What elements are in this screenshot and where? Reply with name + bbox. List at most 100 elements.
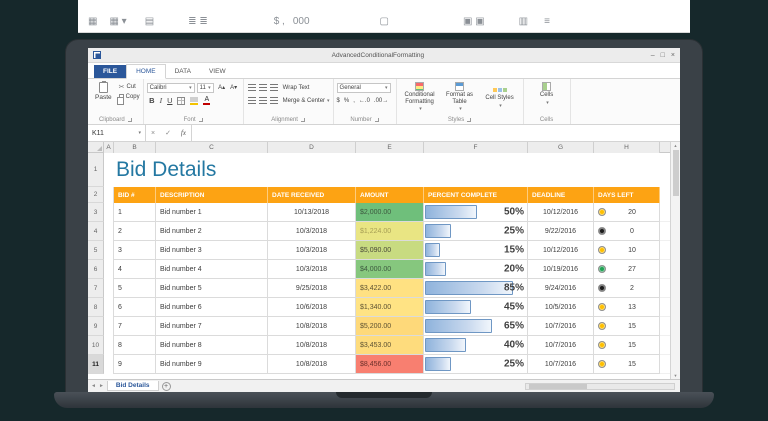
cell-days-left[interactable]: 15 <box>594 355 660 374</box>
bold-button[interactable]: B <box>147 96 157 105</box>
cell-bid[interactable]: 1 <box>114 203 156 222</box>
cells-button[interactable]: Cells ▾ <box>527 81 567 106</box>
sheet-nav-left-icon[interactable]: ◄ <box>91 383 96 389</box>
cell-description[interactable]: Bid number 7 <box>156 317 268 336</box>
cell-date-received[interactable]: 10/3/2018 <box>268 222 356 241</box>
cell-amount[interactable]: $2,000.00 <box>356 203 424 222</box>
align-left-icon[interactable] <box>248 97 256 104</box>
cell-date-received[interactable]: 10/3/2018 <box>268 241 356 260</box>
cell-bid[interactable]: 7 <box>114 317 156 336</box>
font-name-select[interactable]: Calibri▾ <box>147 83 195 93</box>
cell-bid[interactable]: 8 <box>114 336 156 355</box>
cell-description[interactable]: Bid number 6 <box>156 298 268 317</box>
column-header-f[interactable]: F <box>424 142 528 153</box>
column-header-d[interactable]: D <box>268 142 356 153</box>
cell-bid[interactable]: 9 <box>114 355 156 374</box>
cell-days-left[interactable]: 27 <box>594 260 660 279</box>
column-header-a[interactable]: A <box>104 142 114 153</box>
dialog-launcher-icon[interactable] <box>375 118 379 122</box>
cell-styles-button[interactable]: Cell Styles ▾ <box>480 84 520 109</box>
merge-center-button[interactable]: Merge & Center <box>283 98 325 104</box>
cell-percent-complete[interactable]: 25% <box>424 355 528 374</box>
font-color-icon[interactable]: A <box>203 96 210 105</box>
cell-deadline[interactable]: 10/7/2016 <box>528 355 594 374</box>
scrollbar-thumb[interactable] <box>673 150 679 196</box>
column-header-b[interactable]: B <box>114 142 156 153</box>
align-center-icon[interactable] <box>259 97 267 104</box>
cell-percent-complete[interactable]: 65% <box>424 317 528 336</box>
cell-a[interactable] <box>104 187 114 203</box>
dialog-launcher-icon[interactable] <box>467 118 471 122</box>
cell-date-received[interactable]: 9/25/2018 <box>268 279 356 298</box>
table-header-cell[interactable]: DESCRIPTION <box>156 187 268 203</box>
tab-home[interactable]: HOME <box>126 64 166 79</box>
column-header-h[interactable]: H <box>594 142 660 153</box>
cell-a[interactable] <box>104 279 114 298</box>
cell-deadline[interactable]: 10/7/2016 <box>528 317 594 336</box>
currency-format-button[interactable]: $ <box>337 98 340 104</box>
percent-format-button[interactable]: % <box>344 98 349 104</box>
tab-data[interactable]: DATA <box>166 65 200 78</box>
cell-a[interactable] <box>104 336 114 355</box>
conditional-formatting-button[interactable]: Conditional Formatting ▾ <box>400 81 440 113</box>
row-header[interactable]: 5 <box>88 241 104 260</box>
row-header[interactable]: 3 <box>88 203 104 222</box>
cell-a[interactable] <box>104 355 114 374</box>
table-header-cell[interactable]: PERCENT COMPLETE <box>424 187 528 203</box>
row-header[interactable]: 1 <box>88 153 104 187</box>
cell-percent-complete[interactable]: 20% <box>424 260 528 279</box>
cell-bid[interactable]: 4 <box>114 260 156 279</box>
cell-days-left[interactable]: 15 <box>594 317 660 336</box>
cell-percent-complete[interactable]: 15% <box>424 241 528 260</box>
column-header-e[interactable]: E <box>356 142 424 153</box>
row-header[interactable]: 7 <box>88 279 104 298</box>
cancel-entry-icon[interactable]: × <box>151 130 155 137</box>
tab-view[interactable]: VIEW <box>200 65 235 78</box>
cell-description[interactable]: Bid number 2 <box>156 222 268 241</box>
font-size-select[interactable]: 11▾ <box>197 83 214 93</box>
dialog-launcher-icon[interactable] <box>199 118 203 122</box>
cell-amount[interactable]: $5,090.00 <box>356 241 424 260</box>
increase-decimal-button[interactable]: ←.0 <box>359 98 370 104</box>
table-header-cell[interactable]: AMOUNT <box>356 187 424 203</box>
cell-percent-complete[interactable]: 40% <box>424 336 528 355</box>
cell-deadline[interactable]: 9/22/2016 <box>528 222 594 241</box>
sheet-title[interactable]: Bid Details <box>104 153 670 187</box>
grow-font-button[interactable]: A▴ <box>216 84 228 91</box>
scroll-up-icon[interactable]: ▲ <box>674 143 678 148</box>
cell-a[interactable] <box>104 260 114 279</box>
cell-a[interactable] <box>104 203 114 222</box>
cell-description[interactable]: Bid number 8 <box>156 336 268 355</box>
cell-date-received[interactable]: 10/6/2018 <box>268 298 356 317</box>
dialog-launcher-icon[interactable] <box>128 118 132 122</box>
cell-deadline[interactable]: 10/12/2016 <box>528 203 594 222</box>
table-header-cell[interactable]: BID # <box>114 187 156 203</box>
column-header-g[interactable]: G <box>528 142 594 153</box>
name-box[interactable]: K11 ▾ <box>88 125 146 141</box>
table-header-cell[interactable]: DAYS LEFT <box>594 187 660 203</box>
cell-date-received[interactable]: 10/3/2018 <box>268 260 356 279</box>
cell-days-left[interactable]: 13 <box>594 298 660 317</box>
cell-bid[interactable]: 3 <box>114 241 156 260</box>
align-top-icon[interactable] <box>248 84 256 91</box>
cell-days-left[interactable]: 0 <box>594 222 660 241</box>
cell-amount[interactable]: $1,340.00 <box>356 298 424 317</box>
scroll-down-icon[interactable]: ▼ <box>674 373 678 378</box>
cell-a[interactable] <box>104 222 114 241</box>
cell-deadline[interactable]: 10/5/2016 <box>528 298 594 317</box>
cell-description[interactable]: Bid number 5 <box>156 279 268 298</box>
cell-days-left[interactable]: 10 <box>594 241 660 260</box>
row-header[interactable]: 6 <box>88 260 104 279</box>
cell-amount[interactable]: $3,453.00 <box>356 336 424 355</box>
cell-amount[interactable]: $8,456.00 <box>356 355 424 374</box>
cell-percent-complete[interactable]: 25% <box>424 222 528 241</box>
cell-amount[interactable]: $4,000.00 <box>356 260 424 279</box>
cell-deadline[interactable]: 10/12/2016 <box>528 241 594 260</box>
row-header[interactable]: 10 <box>88 336 104 355</box>
shrink-font-button[interactable]: A▾ <box>228 84 240 91</box>
scrollbar-thumb[interactable] <box>529 384 587 389</box>
fill-color-icon[interactable] <box>190 97 198 105</box>
enter-entry-icon[interactable]: ✓ <box>165 129 171 137</box>
sheet-tab-bid-details[interactable]: Bid Details <box>107 381 159 391</box>
row-header[interactable]: 9 <box>88 317 104 336</box>
